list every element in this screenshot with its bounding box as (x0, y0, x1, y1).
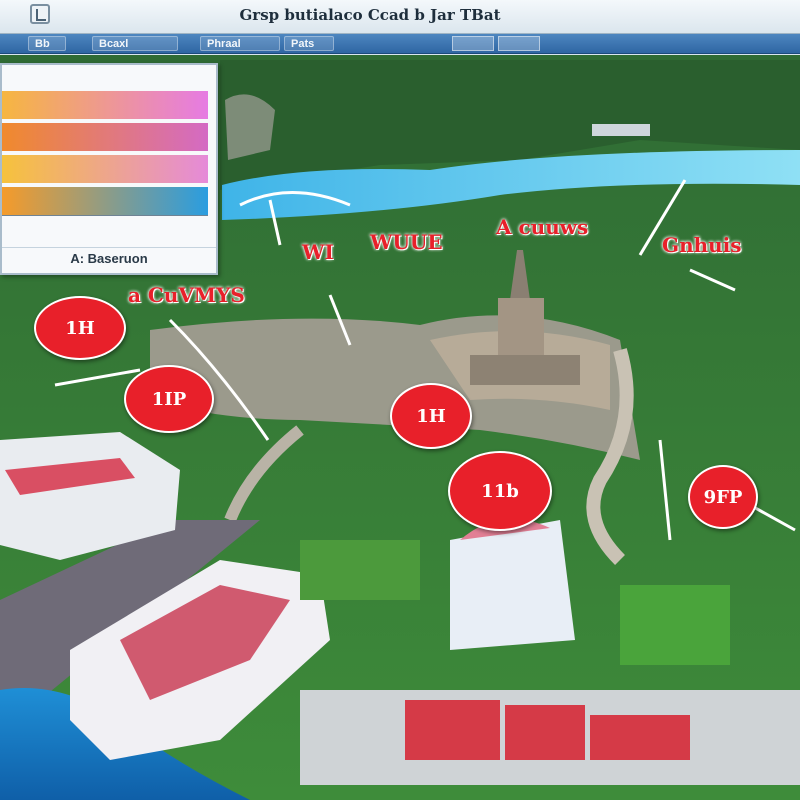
map-label-4[interactable]: Gnhuis (662, 233, 742, 257)
tower-body (498, 298, 544, 358)
map-marker-5[interactable]: 9FP (688, 465, 758, 529)
map-marker-4[interactable]: 11b (448, 451, 552, 531)
legend-panel: A: Baseruon (0, 63, 218, 275)
sports-court-2 (505, 705, 585, 760)
map-marker-3[interactable]: 1H (390, 383, 472, 449)
app-icon[interactable] (30, 4, 50, 24)
map-label-3[interactable]: A cuuws (496, 215, 588, 239)
toolbar-item-pats[interactable]: Pats (284, 36, 334, 51)
legend-bar-4 (2, 187, 208, 215)
toolbar-item-phraal[interactable]: Phraal (200, 36, 280, 51)
window-title: Grsp butialaco Ccad b Jar TBat (239, 6, 501, 24)
rock-cliff (225, 94, 275, 160)
map-label-2[interactable]: WUUE (370, 230, 443, 254)
lawn-center (300, 540, 420, 600)
legend-bars (2, 87, 208, 215)
map-label-1[interactable]: WI (302, 240, 334, 264)
legend-bar-3 (2, 155, 208, 183)
map-label-5[interactable]: a CuVMYS (128, 283, 245, 307)
toolbar-button-a[interactable] (452, 36, 494, 51)
toolbar-item-bcaxl[interactable]: Bcaxl (92, 36, 178, 51)
legend-bar-1 (2, 91, 208, 119)
sports-court-3 (590, 715, 690, 760)
toolbar-item-bb[interactable]: Bb (28, 36, 66, 51)
legend-axis (2, 215, 208, 223)
toolbar: Bb Bcaxl Phraal Pats (0, 34, 800, 54)
chapel-building (450, 520, 575, 650)
sports-court-1 (405, 700, 500, 760)
title-bar: Grsp butialaco Ccad b Jar TBat (0, 0, 800, 34)
lawn-east (620, 585, 730, 665)
tower-base (470, 355, 580, 385)
map-marker-1[interactable]: 1H (34, 296, 126, 360)
river-building (592, 124, 650, 136)
map-marker-2[interactable]: 1IP (124, 365, 214, 433)
toolbar-button-b[interactable] (498, 36, 540, 51)
legend-caption: A: Baseruon (2, 247, 216, 269)
legend-bar-2 (2, 123, 208, 151)
